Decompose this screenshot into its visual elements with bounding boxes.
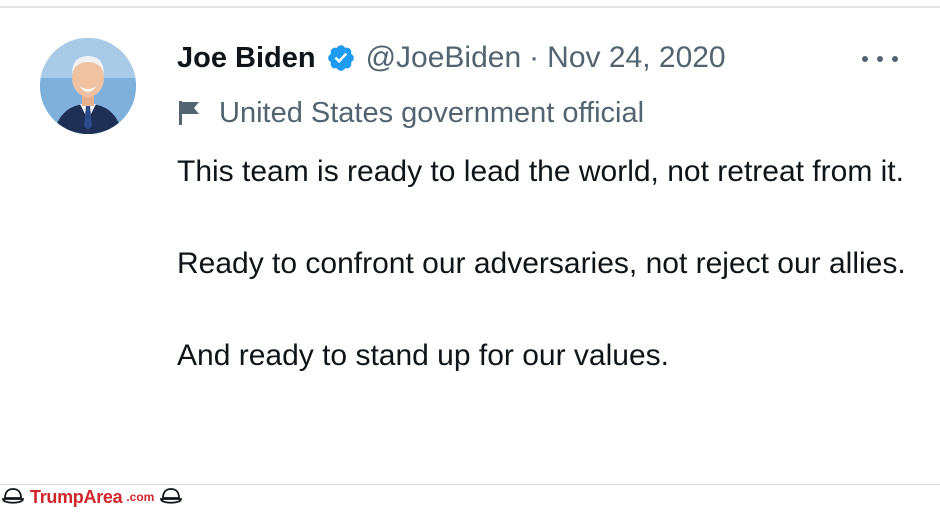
- more-dot: [892, 56, 898, 62]
- tweet-paragraph: This team is ready to lead the world, no…: [177, 155, 904, 188]
- more-dot: [862, 56, 868, 62]
- avatar-image: [40, 38, 136, 134]
- account-label-text: United States government official: [219, 96, 645, 129]
- flag-icon: [177, 99, 203, 127]
- tweet-paragraph: Ready to confront our adversaries, not r…: [177, 247, 906, 280]
- hat-icon: [160, 487, 183, 507]
- watermark-suffix: .com: [126, 490, 155, 504]
- avatar[interactable]: [40, 38, 136, 134]
- watermark: TrumpArea .com: [2, 486, 183, 508]
- tweet-text: This team is ready to lead the world, no…: [177, 150, 917, 377]
- header-separator: ·: [529, 41, 540, 74]
- more-options-icon[interactable]: [862, 47, 898, 71]
- hat-icon: [2, 487, 24, 507]
- bottom-divider: [0, 484, 940, 485]
- author-handle[interactable]: @JoeBiden: [366, 41, 522, 75]
- verified-badge-icon: [326, 43, 356, 73]
- tweet-date[interactable]: Nov 24, 2020: [547, 41, 725, 75]
- tweet-paragraph: And ready to stand up for our values.: [177, 339, 669, 372]
- account-label[interactable]: United States government official: [177, 95, 644, 131]
- author-name[interactable]: Joe Biden: [177, 42, 316, 75]
- tweet-header: Joe Biden @JoeBiden · Nov 24, 2020: [177, 38, 726, 78]
- watermark-brand: TrumpArea: [30, 486, 123, 507]
- top-divider: [0, 6, 940, 8]
- more-dot: [877, 56, 883, 62]
